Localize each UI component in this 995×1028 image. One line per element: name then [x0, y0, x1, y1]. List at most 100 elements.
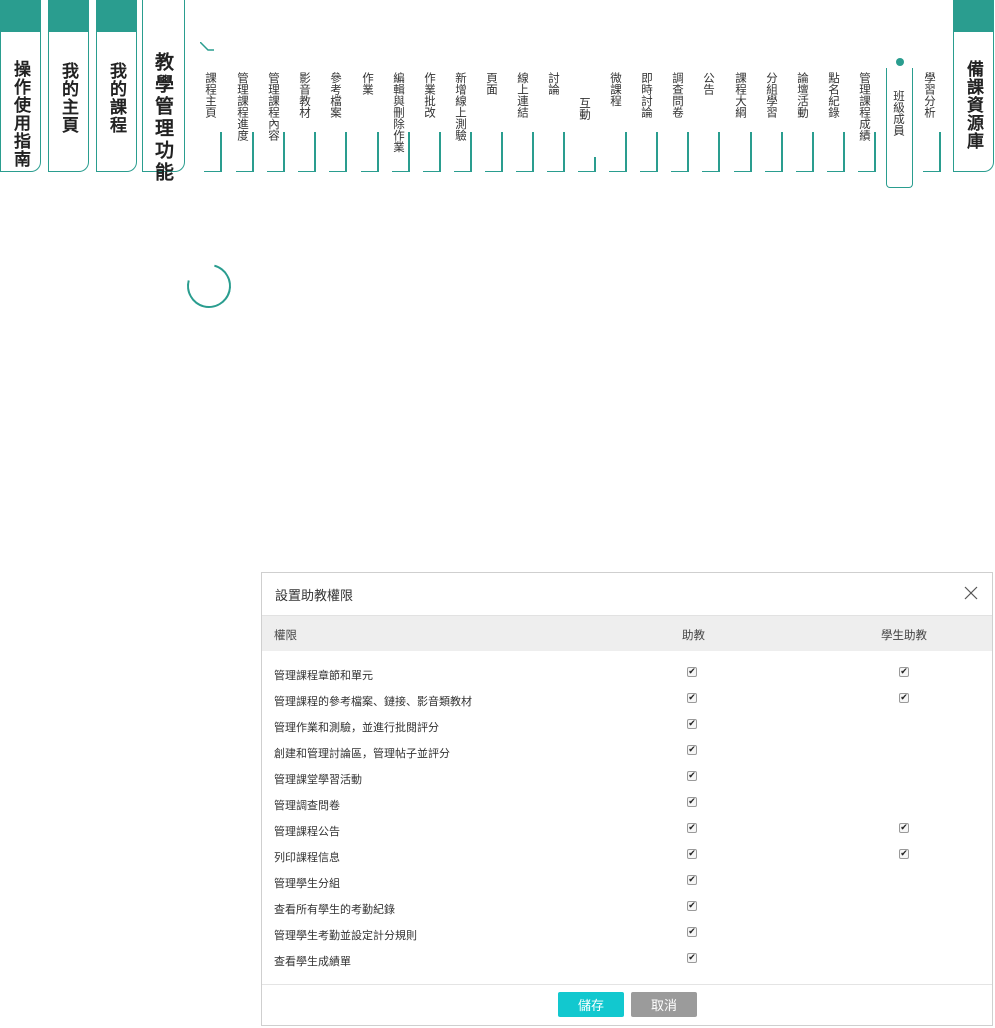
student-assistant-checkbox[interactable]: ✔ [899, 667, 909, 677]
nav-tab-resources-label: 備課資源庫 [963, 60, 983, 150]
subnav-underline [236, 170, 254, 172]
subnav-item-label: 公告 [702, 72, 716, 95]
subnav-item[interactable]: 課程主頁 [204, 72, 222, 172]
subnav-item[interactable]: 分組學習 [765, 72, 783, 172]
assistant-checkbox[interactable]: ✔ [687, 849, 697, 859]
subnav-item-label: 點名紀錄 [827, 72, 841, 118]
assistant-checkbox[interactable]: ✔ [687, 927, 697, 937]
subnav-underline [671, 170, 689, 172]
subnav-item[interactable]: 論壇活動 [796, 72, 814, 172]
subnav-underline [516, 170, 534, 172]
subnav-item[interactable]: 討論 [547, 72, 565, 172]
subnav-item-label: 討論 [547, 72, 561, 95]
subnav-item[interactable]: 點名紀錄 [827, 72, 845, 172]
permission-row: 管理課程章節和單元 ✔ ✔ [262, 660, 992, 686]
assistant-checkbox[interactable]: ✔ [687, 719, 697, 729]
subnav-underline [578, 170, 596, 172]
subnav-item[interactable]: 管理課程內容 [267, 72, 285, 172]
permission-table-header: 權限 助教 學生助教 [262, 616, 992, 651]
subnav-item[interactable]: 作業批改 [423, 72, 441, 172]
subnav-item[interactable]: 作業 [361, 72, 379, 172]
subnav-underline [858, 170, 876, 172]
subnav-item-label: 作業 [361, 72, 375, 95]
subnav-underline [734, 170, 752, 172]
subnav-item[interactable]: 影音教材 [298, 72, 316, 172]
subnav-divider [220, 132, 222, 172]
tab-cap [1, 0, 40, 32]
student-assistant-checkbox[interactable]: ✔ [899, 693, 909, 703]
assistant-checkbox[interactable]: ✔ [687, 797, 697, 807]
subnav-item[interactable]: 即時討論 [640, 72, 658, 172]
nav-tab-guide[interactable]: 操作使用指南 [0, 0, 41, 172]
permission-label: 管理課堂學習活動 [274, 773, 362, 786]
subnav-item-label: 論壇活動 [796, 72, 810, 118]
assistant-checkbox[interactable]: ✔ [687, 745, 697, 755]
assistant-checkbox[interactable]: ✔ [687, 771, 697, 781]
column-permission: 權限 [274, 628, 297, 642]
subnav-item[interactable]: 參考檔案 [329, 72, 347, 172]
assistant-checkbox[interactable]: ✔ [687, 875, 697, 885]
subnav-underline [267, 170, 285, 172]
permission-row: 查看所有學生的考勤紀錄 ✔ [262, 894, 992, 920]
nav-tab-teaching-label: 教學管理功能 [152, 52, 174, 184]
permission-row: 管理課程公告 ✔ ✔ [262, 816, 992, 842]
subnav-underline [423, 170, 441, 172]
subnav-item-label: 影音教材 [298, 72, 312, 118]
dialog-header: 設置助教權限 [262, 573, 992, 616]
subnav-item[interactable]: 調查問卷 [671, 72, 689, 172]
permission-label: 查看所有學生的考勤紀錄 [274, 903, 395, 916]
subnav-divider [843, 132, 845, 172]
subnav-item[interactable]: 線上連結 [516, 72, 534, 172]
permission-label: 管理學生分組 [274, 877, 340, 890]
permission-row: 管理課程的參考檔案、鏈接、影音類教材 ✔ ✔ [262, 686, 992, 712]
subnav-item[interactable]: 管理課程成績 [858, 72, 876, 172]
subnav-item[interactable]: 微課程 [609, 72, 627, 172]
subnav-item[interactable]: 課程大綱 [734, 72, 752, 172]
dialog-title: 設置助教權限 [275, 589, 354, 604]
subnav-divider [252, 132, 254, 172]
subnav-item[interactable]: 新增線上測驗 [454, 72, 472, 172]
assistant-checkbox[interactable]: ✔ [687, 693, 697, 703]
subnav-underline [702, 170, 720, 172]
student-assistant-checkbox[interactable]: ✔ [899, 849, 909, 859]
subnav-divider [656, 132, 658, 172]
subnav-item[interactable]: 編輯與刪除作業 [392, 72, 410, 172]
subnav-divider [781, 132, 783, 172]
subnav-item[interactable]: 公告 [702, 72, 720, 172]
assistant-checkbox[interactable]: ✔ [687, 901, 697, 911]
loading-spinner-icon [178, 255, 240, 317]
permission-label: 管理作業和測驗，並進行批閱評分 [274, 721, 439, 734]
nav-tab-teaching[interactable]: 教學管理功能 [142, 0, 185, 184]
subnav-underline [640, 170, 658, 172]
cancel-button[interactable]: 取消 [631, 992, 697, 1017]
nav-tab-home[interactable]: 我的主頁 [48, 0, 89, 172]
subnav-item-label: 作業批改 [423, 72, 437, 118]
subnav-item-label: 參考檔案 [329, 72, 343, 118]
nav-tab-guide-label: 操作使用指南 [10, 60, 30, 168]
subnav-item[interactable]: 互動 [578, 97, 596, 172]
permission-row: 管理作業和測驗，並進行批閱評分 ✔ [262, 712, 992, 738]
subnav-divider [345, 132, 347, 172]
assistant-checkbox[interactable]: ✔ [687, 953, 697, 963]
subnav-item-label: 管理課程成績 [858, 72, 872, 141]
subnav-item[interactable]: 頁面 [485, 72, 503, 172]
assistant-checkbox[interactable]: ✔ [687, 667, 697, 677]
subnav-divider [750, 132, 752, 172]
permission-row: 創建和管理討論區，管理帖子並評分 ✔ [262, 738, 992, 764]
tab-cap [49, 0, 88, 32]
subnav-item[interactable]: 管理課程進度 [236, 72, 254, 172]
permission-label: 管理課程章節和單元 [274, 669, 373, 682]
permission-label: 查看學生成績單 [274, 955, 351, 968]
subnav-item-label: 即時討論 [640, 72, 654, 118]
subnav-underline [298, 170, 316, 172]
save-button[interactable]: 儲存 [558, 992, 624, 1017]
close-icon[interactable] [962, 584, 980, 602]
nav-tab-my-courses[interactable]: 我的課程 [96, 0, 137, 172]
subnav-item-label: 互動 [578, 97, 592, 120]
tab-cap [954, 0, 993, 32]
student-assistant-checkbox[interactable]: ✔ [899, 823, 909, 833]
subnav-item[interactable]: 學習分析 [923, 72, 941, 172]
nav-tab-resources[interactable]: 備課資源庫 [953, 0, 994, 172]
subnav-item-label: 課程大綱 [734, 72, 748, 118]
assistant-checkbox[interactable]: ✔ [687, 823, 697, 833]
